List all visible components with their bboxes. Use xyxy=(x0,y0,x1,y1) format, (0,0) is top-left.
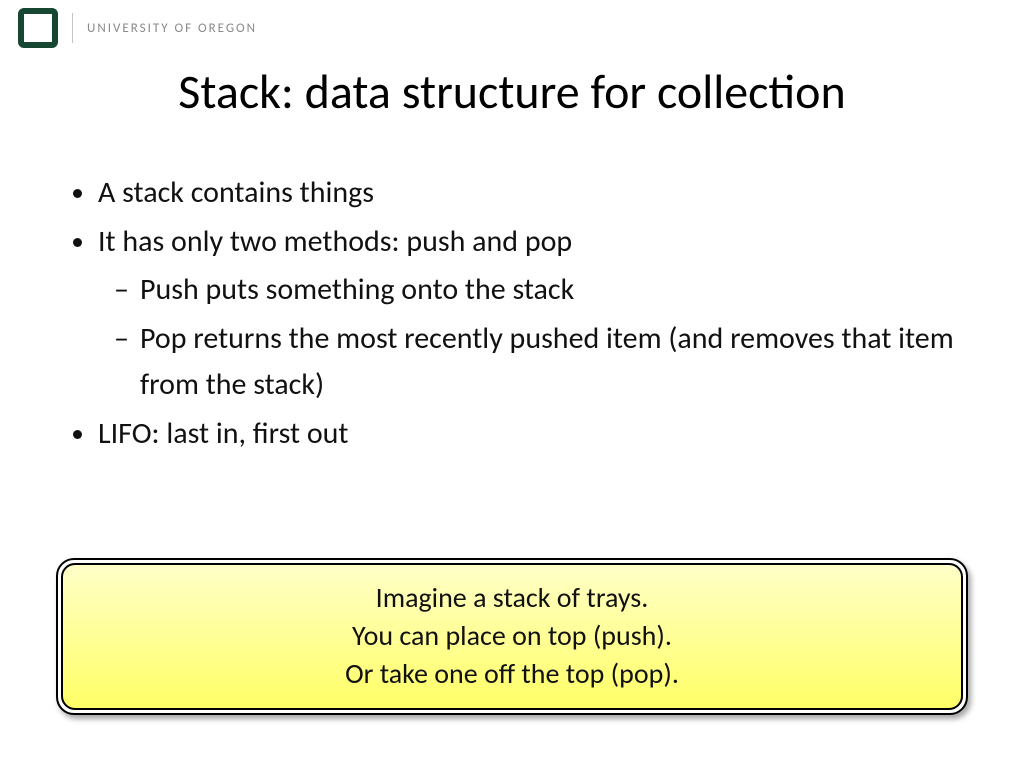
slide: UNIVERSITY OF OREGON Stack: data structu… xyxy=(0,0,1024,768)
institution-name: UNIVERSITY OF OREGON xyxy=(87,21,257,36)
header: UNIVERSITY OF OREGON xyxy=(18,8,257,48)
callout-line: Imagine a stack of trays. xyxy=(73,579,951,617)
callout-inner: Imagine a stack of trays. You can place … xyxy=(61,563,963,710)
list-item: A stack contains things xyxy=(98,170,974,217)
list-item: It has only two methods: push and pop xyxy=(98,219,974,266)
oregon-logo-icon xyxy=(18,8,58,48)
list-item: Push puts something onto the stack xyxy=(140,267,974,314)
bullet-list: A stack contains things It has only two … xyxy=(68,170,974,459)
callout-line: You can place on top (push). xyxy=(73,617,951,655)
slide-title: Stack: data structure for collection xyxy=(0,62,1024,121)
header-divider xyxy=(72,13,73,43)
list-item: Pop returns the most recently pushed ite… xyxy=(140,316,974,409)
callout-box: Imagine a stack of trays. You can place … xyxy=(56,558,968,715)
callout-line: Or take one off the top (pop). xyxy=(73,655,951,693)
callout-outer: Imagine a stack of trays. You can place … xyxy=(56,558,968,715)
list-item: LIFO: last in, first out xyxy=(98,411,974,458)
